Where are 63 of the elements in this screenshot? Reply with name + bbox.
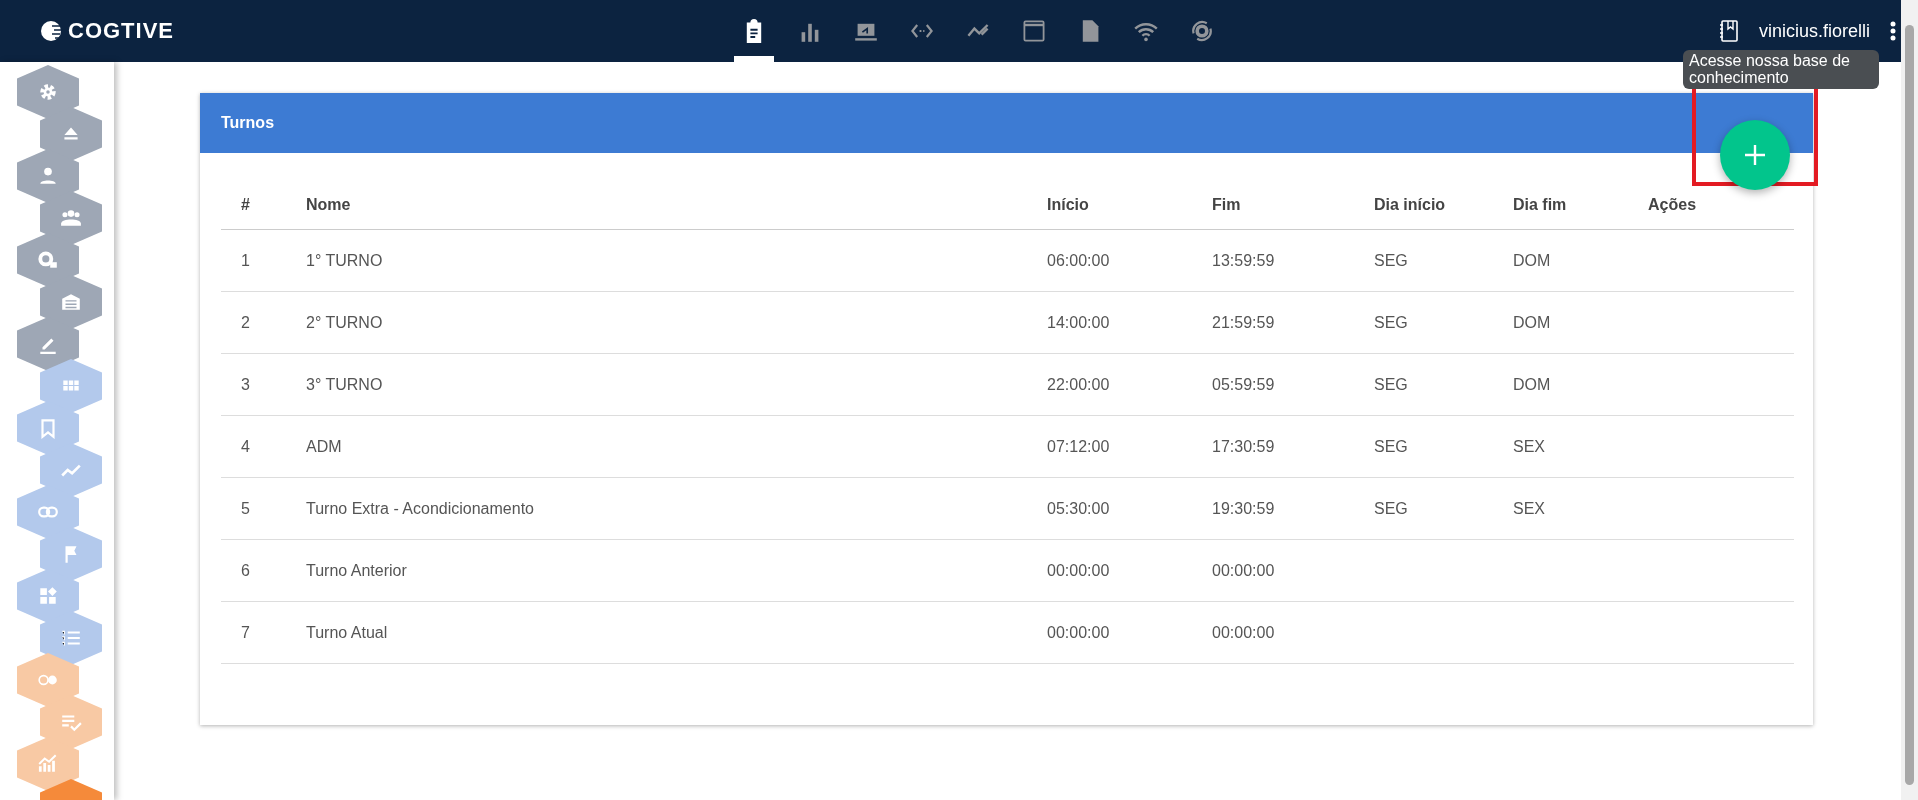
logo-text: COGTIVE xyxy=(68,18,174,44)
table-cell: 06:00:00 xyxy=(1047,251,1110,269)
gear-icon xyxy=(37,81,59,103)
window-icon xyxy=(1022,18,1046,43)
table-cell: DOM xyxy=(1513,313,1551,331)
table-cell: SEX xyxy=(1513,437,1545,455)
table-cell: DOM xyxy=(1513,375,1551,393)
table-cell: 19:30:59 xyxy=(1212,499,1275,517)
plus-icon xyxy=(1744,144,1766,166)
more-menu-icon[interactable] xyxy=(1890,21,1896,41)
table-cell: ADM xyxy=(306,437,342,455)
group-icon xyxy=(60,207,82,229)
logo-icon xyxy=(40,20,62,42)
table-cell: 21:59:59 xyxy=(1212,313,1275,331)
table-cell: 00:00:00 xyxy=(1047,623,1110,641)
table-cell: SEG xyxy=(1374,437,1408,455)
column-header: Início xyxy=(1047,196,1089,213)
table-cell: 1 xyxy=(241,251,250,269)
table-cell: 7 xyxy=(241,623,250,641)
table-cell: SEG xyxy=(1374,313,1408,331)
table-cell: Turno Atual xyxy=(306,623,388,641)
gear-sync-icon xyxy=(1190,18,1214,43)
table-cell: SEG xyxy=(1374,251,1408,269)
person-icon xyxy=(37,165,59,187)
column-header: Fim xyxy=(1212,196,1241,213)
table-cell: 13:59:59 xyxy=(1212,251,1275,269)
table-cell: 17:30:59 xyxy=(1212,437,1275,455)
table-cell: Turno Anterior xyxy=(306,561,407,579)
tooltip: Acesse nossa base de conhecimento xyxy=(1683,50,1879,89)
column-header: # xyxy=(241,196,250,213)
scrollbar-thumb[interactable] xyxy=(1905,25,1914,785)
table-cell: 3 xyxy=(241,375,250,393)
table-cell: 3° TURNO xyxy=(306,375,383,393)
table-cell: 2° TURNO xyxy=(306,313,383,331)
scrollbar[interactable] xyxy=(1901,0,1918,800)
table-cell: 07:12:00 xyxy=(1047,437,1110,455)
table-cell: 00:00:00 xyxy=(1212,623,1275,641)
column-header: Ações xyxy=(1648,196,1697,213)
table-cell: SEX xyxy=(1513,499,1545,517)
table-cell: 22:00:00 xyxy=(1047,375,1110,393)
column-header: Nome xyxy=(306,196,351,213)
table-cell: 6 xyxy=(241,561,250,579)
table-cell: 05:59:59 xyxy=(1212,375,1275,393)
table-cell: 00:00:00 xyxy=(1212,561,1275,579)
sidebar-item[interactable] xyxy=(17,65,79,119)
table-cell: SEG xyxy=(1374,375,1408,393)
table-cell: 1° TURNO xyxy=(306,251,383,269)
notebook-icon[interactable] xyxy=(1718,20,1739,42)
widgets-icon xyxy=(37,585,59,607)
table-cell: Turno Extra - Acondicionamento xyxy=(306,499,534,517)
column-header: Dia fim xyxy=(1513,196,1567,213)
table-cell: 4 xyxy=(241,437,250,455)
growth-chart-icon xyxy=(37,753,59,775)
table-cell: 14:00:00 xyxy=(1047,313,1110,331)
table-cell: SEG xyxy=(1374,499,1408,517)
table-cell: 00:00:00 xyxy=(1047,561,1110,579)
table-cell: 5 xyxy=(241,499,250,517)
table-cell: 2 xyxy=(241,313,250,331)
panel-title: Turnos xyxy=(221,114,275,132)
table-cell: DOM xyxy=(1513,251,1551,269)
username[interactable]: vinicius.fiorelli xyxy=(1758,20,1870,42)
column-header: Dia início xyxy=(1374,196,1446,213)
table-cell: 05:30:00 xyxy=(1047,499,1110,517)
